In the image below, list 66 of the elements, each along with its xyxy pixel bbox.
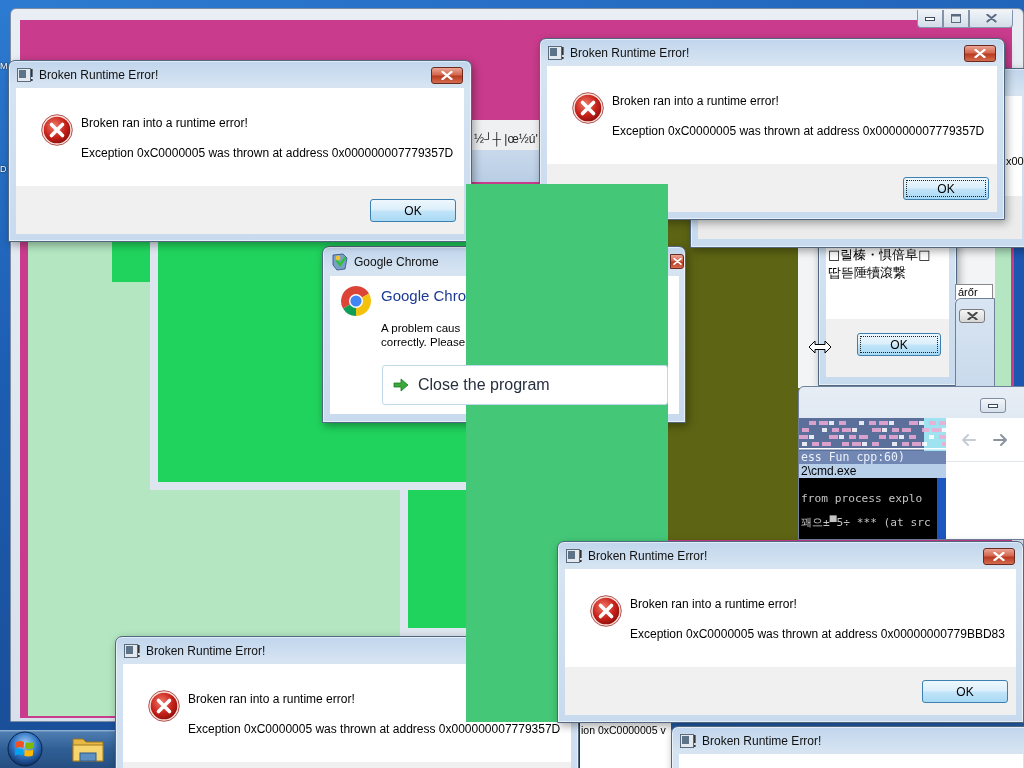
app-icon [331,252,349,271]
error-detail: Exception 0xC0000005 was thrown at address 0x000000007779357D [188,722,561,737]
logo-icon [340,285,372,317]
minimize-icon [988,403,998,408]
console-title: 2\cmd.exe [799,464,946,478]
cut-off-text: x00 [1006,155,1024,168]
error-detail: Exception 0xC0000005 was thrown at address 0x000000007779357D [612,124,985,139]
forward-arrow-icon[interactable] [993,432,1009,448]
error-icon [590,595,622,627]
close-icon [672,258,682,265]
window-title: Broken Runtime Error! [146,643,266,658]
dialog-heading: Google Chro [381,287,467,305]
ok-button[interactable]: OK [922,680,1008,703]
dialog-message: A problem caus [381,321,461,335]
minimize-icon [925,16,935,21]
console-line: 꽤으±▀5÷ *** (at src [801,514,931,531]
error-message: Broken ran into a runtime error! [188,692,355,707]
close-button[interactable] [431,67,463,84]
app-window-icon [548,45,564,60]
error-detail: Exception 0xC0000005 was thrown at address 0x00000000779BBD83 [630,627,1005,642]
console-line: from process explo [801,491,923,507]
error-icon [41,114,73,146]
right-arrow-icon [393,377,409,393]
dialog-message: correctly. Please [381,335,466,349]
close-icon [974,49,986,58]
maximize-button[interactable] [943,10,969,28]
garbled-text: 땁뜯陲犢滾繋 [828,264,906,282]
flag-orb-icon [7,731,43,767]
close-button[interactable] [959,309,985,323]
glitched-text: ½┘┼ |œ½ú' [474,132,538,146]
window-title: Broken Runtime Error! [39,67,159,82]
desktop-icon-label[interactable]: M [0,61,8,72]
error-icon [572,92,604,124]
window-title: Google Chrome [354,254,439,269]
close-button[interactable] [969,10,1013,28]
error-icon [148,690,180,722]
ok-button[interactable]: OK [370,199,456,222]
close-icon [993,552,1005,561]
app-window-icon [566,548,582,563]
app-window-icon [124,643,140,658]
close-button[interactable] [964,45,996,62]
start-button[interactable] [6,731,44,767]
window-title: Broken Runtime Error! [570,45,690,60]
window-title: Broken Runtime Error! [588,548,708,563]
error-message: Broken ran into a runtime error! [630,597,797,612]
close-icon [441,71,453,80]
close-icon [966,311,978,321]
glitched-text: ess Fun cpp:60) [799,451,946,464]
app-window-icon [680,733,696,748]
close-program-link[interactable]: Close the program [382,365,668,405]
ok-button[interactable]: OK [857,333,941,356]
window-title: Broken Runtime Error! [702,733,822,748]
error-detail: Exception 0xC0000005 was thrown at address 0x000000007779357D [81,146,454,161]
minimize-button[interactable] [917,10,943,28]
close-button[interactable] [983,548,1015,565]
minimize-button[interactable] [980,398,1006,413]
error-message: Broken ran into a runtime error! [81,116,248,131]
resize-cursor-icon [808,340,832,354]
error-message: Broken ran into a runtime error! [612,94,779,109]
garbled-text: □릴榛・惧倍阜□ [828,246,931,264]
desktop-icon-label[interactable]: D [0,164,7,175]
cut-off-text: ion 0xC0000005 v [579,723,671,768]
app-window-icon [17,67,33,82]
maximize-icon [951,14,961,23]
close-icon [985,14,997,23]
close-button[interactable] [670,254,684,269]
